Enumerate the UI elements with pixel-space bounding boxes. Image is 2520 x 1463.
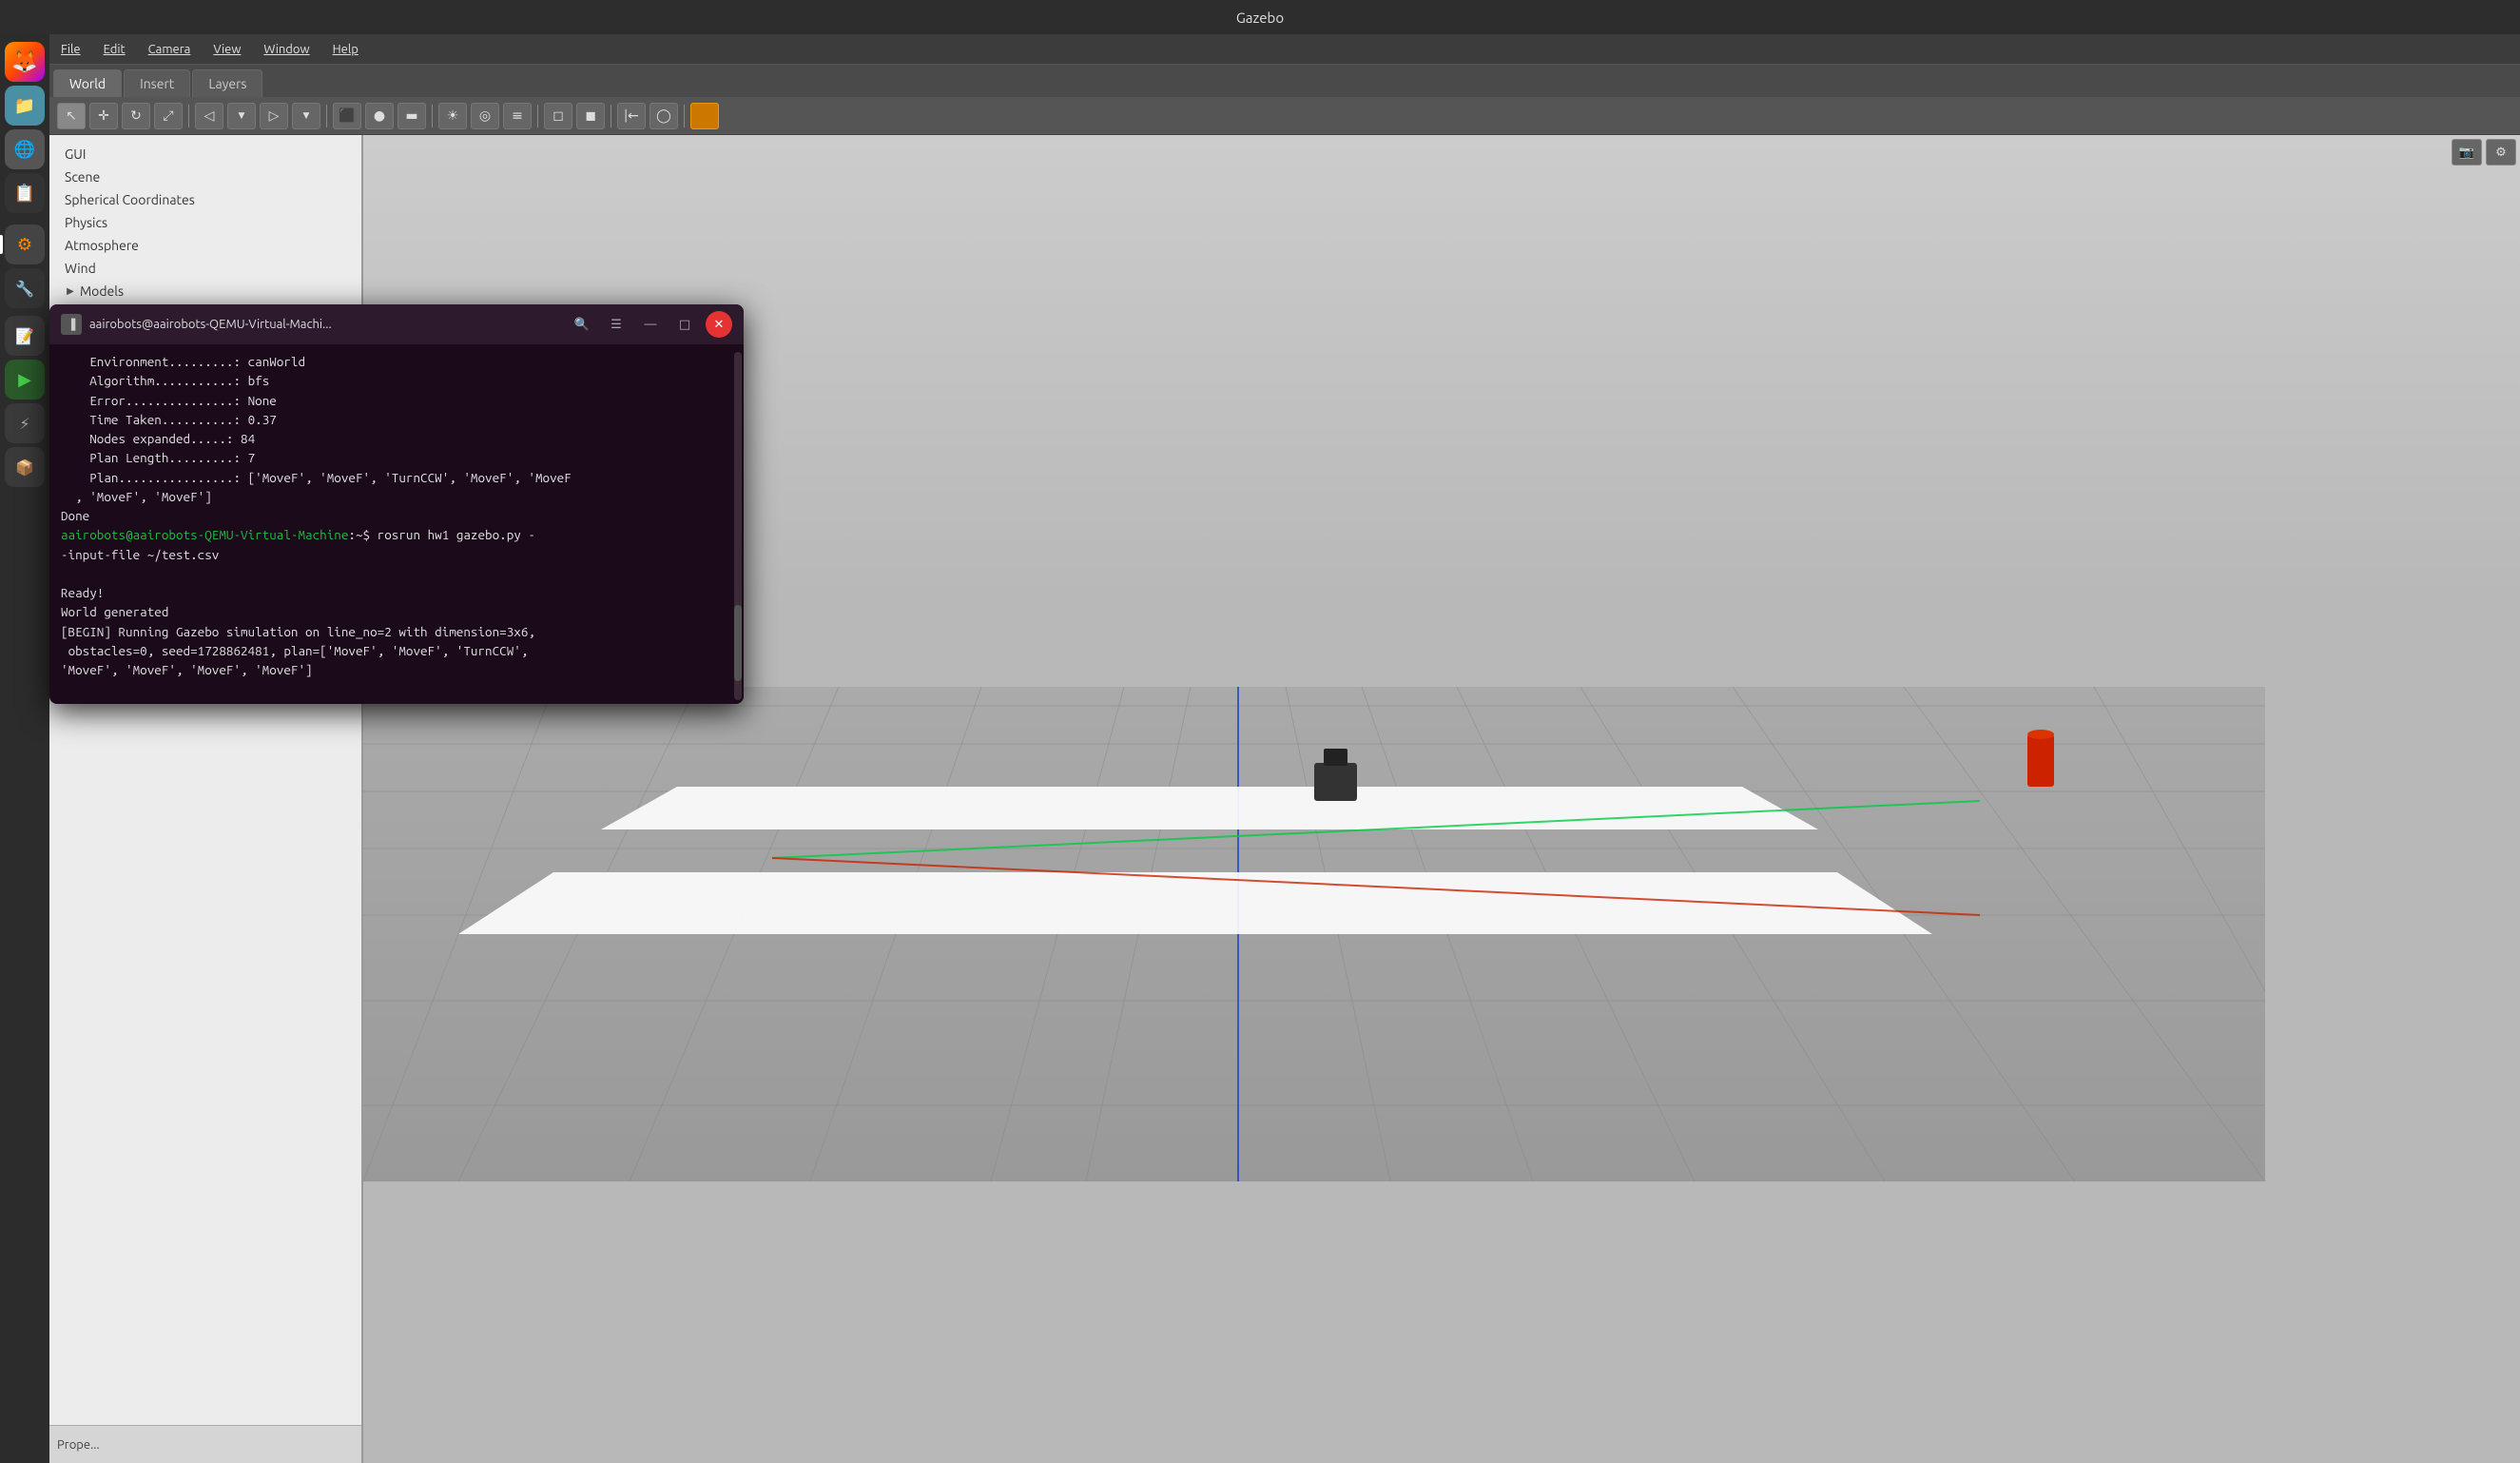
point-light-btn[interactable]: ☀ (438, 103, 467, 129)
copy-btn[interactable]: ◻ (544, 103, 572, 129)
sep-3 (432, 105, 433, 127)
viewport-controls: 📷 ⚙ (2452, 139, 2516, 166)
sep-2 (326, 105, 327, 127)
terminal-search-btn[interactable]: 🔍 (569, 311, 595, 338)
dock-item-3[interactable]: 🌐 (5, 129, 45, 169)
terminal-scrollbar[interactable] (734, 352, 742, 700)
term-line-blank (61, 564, 732, 583)
spot-light-btn[interactable]: ◎ (471, 103, 499, 129)
paste-btn[interactable]: ◼ (576, 103, 605, 129)
term-line-8: Done (61, 506, 732, 525)
snap-btn[interactable]: ◯ (649, 103, 678, 129)
window-title: Gazebo (1236, 10, 1284, 26)
terminal-scrollbar-thumb[interactable] (734, 605, 742, 681)
properties-panel: Prope... (49, 1425, 361, 1463)
tree-item-scene[interactable]: Scene (49, 166, 361, 188)
term-line-begin: [BEGIN] Running Gazebo simulation on lin… (61, 622, 732, 680)
tree-item-models[interactable]: ▶ Models (49, 280, 361, 302)
term-line-5: Nodes expanded.....: 84 (61, 429, 732, 448)
term-prompt-path: :~$ (348, 527, 377, 542)
scale-tool-btn[interactable]: ⤢ (154, 103, 183, 129)
translate-tool-btn[interactable]: ✛ (89, 103, 118, 129)
dock-item-10[interactable]: 📦 (5, 447, 45, 487)
tab-layers[interactable]: Layers (192, 69, 262, 97)
menu-view[interactable]: View (209, 41, 244, 58)
sphere-shape-btn[interactable]: ● (365, 103, 394, 129)
terminal-titlebar: ▐ aairobots@aairobots-QEMU-Virtual-Machi… (49, 304, 744, 344)
term-line-1: Environment.........: canWorld (61, 352, 732, 371)
gazebo-window: World Insert Layers ↖ ✛ ↻ ⤢ ◁ ▼ ▷ ▼ ⬛ ● … (49, 65, 2520, 1463)
menu-bar: File Edit Camera View Window Help (49, 34, 2520, 65)
menu-help[interactable]: Help (329, 41, 362, 58)
term-line-3: Error...............: None (61, 391, 732, 410)
term-line-world: World generated (61, 602, 732, 621)
dock-item-6[interactable]: 🔧 (5, 268, 45, 308)
term-prompt: aairobots@aairobots-QEMU-Virtual-Machine (61, 527, 348, 542)
dock-item-9[interactable]: ⚡ (5, 403, 45, 443)
menu-camera[interactable]: Camera (145, 41, 195, 58)
camera-btn[interactable]: 📷 (2452, 139, 2482, 166)
align-btn[interactable]: |← (617, 103, 646, 129)
orange-btn[interactable] (690, 103, 719, 129)
dock-files[interactable]: 📁 (5, 86, 45, 126)
term-line-2: Algorithm...........: bfs (61, 371, 732, 390)
sep-1 (188, 105, 189, 127)
term-line-7: Plan................: ['MoveF', 'MoveF',… (61, 468, 732, 507)
box-shape-btn[interactable]: ⬛ (333, 103, 361, 129)
viewport-settings-btn[interactable]: ⚙ (2486, 139, 2516, 166)
menu-file[interactable]: File (57, 41, 85, 58)
tree-item-wind[interactable]: Wind (49, 257, 361, 280)
sep-6 (684, 105, 685, 127)
dock-item-4[interactable]: 📋 (5, 173, 45, 213)
undo-arrow[interactable]: ▼ (227, 103, 256, 129)
terminal-menu-btn[interactable]: ☰ (603, 311, 630, 338)
terminal-maximize-btn[interactable]: □ (671, 311, 698, 338)
select-tool-btn[interactable]: ↖ (57, 103, 86, 129)
redo-btn[interactable]: ▷ (260, 103, 288, 129)
tree-item-physics[interactable]: Physics (49, 211, 361, 234)
tab-insert[interactable]: Insert (124, 69, 190, 97)
title-bar: Gazebo (0, 0, 2520, 34)
dock-item-7[interactable]: 📝 (5, 316, 45, 356)
menu-edit[interactable]: Edit (100, 41, 129, 58)
models-arrow: ▶ (65, 285, 76, 297)
sep-4 (537, 105, 538, 127)
redo-arrow[interactable]: ▼ (292, 103, 320, 129)
terminal-close-btn[interactable]: ✕ (706, 311, 732, 338)
ubuntu-dock: 🦊 📁 🌐 📋 ⚙ 🔧 📝 ▶ ⚡ 📦 (0, 34, 49, 1463)
term-line-prompt: aairobots@aairobots-QEMU-Virtual-Machine… (61, 525, 732, 564)
term-line-6: Plan Length.........: 7 (61, 448, 732, 467)
terminal-minimize-btn[interactable]: — (637, 311, 664, 338)
properties-label: Prope... (57, 1438, 100, 1452)
dir-light-btn[interactable]: ≡ (503, 103, 532, 129)
dock-gazebo[interactable]: ⚙ (5, 224, 45, 264)
rotate-tool-btn[interactable]: ↻ (122, 103, 150, 129)
tree-item-gui[interactable]: GUI (49, 143, 361, 166)
tree-item-atmosphere[interactable]: Atmosphere (49, 234, 361, 257)
term-line-4: Time Taken..........: 0.37 (61, 410, 732, 429)
tree-item-spherical[interactable]: Spherical Coordinates (49, 188, 361, 211)
cylinder-shape-btn[interactable]: ▬ (397, 103, 426, 129)
terminal-body[interactable]: Environment.........: canWorld Algorithm… (49, 344, 744, 704)
dock-item-8[interactable]: ▶ (5, 360, 45, 400)
undo-btn[interactable]: ◁ (195, 103, 223, 129)
terminal-window: ▐ aairobots@aairobots-QEMU-Virtual-Machi… (49, 304, 744, 704)
terminal-title: aairobots@aairobots-QEMU-Virtual-Machi..… (89, 318, 561, 331)
tree-item-models-label: Models (80, 283, 124, 299)
toolbar: ↖ ✛ ↻ ⤢ ◁ ▼ ▷ ▼ ⬛ ● ▬ ☀ ◎ ≡ ◻ ◼ |← ◯ (49, 97, 2520, 135)
menu-window[interactable]: Window (260, 41, 313, 58)
tab-bar: World Insert Layers (49, 65, 2520, 97)
term-line-ready: Ready! (61, 583, 732, 602)
tab-world[interactable]: World (53, 69, 122, 97)
dock-firefox[interactable]: 🦊 (5, 42, 45, 82)
terminal-icon: ▐ (61, 314, 82, 335)
